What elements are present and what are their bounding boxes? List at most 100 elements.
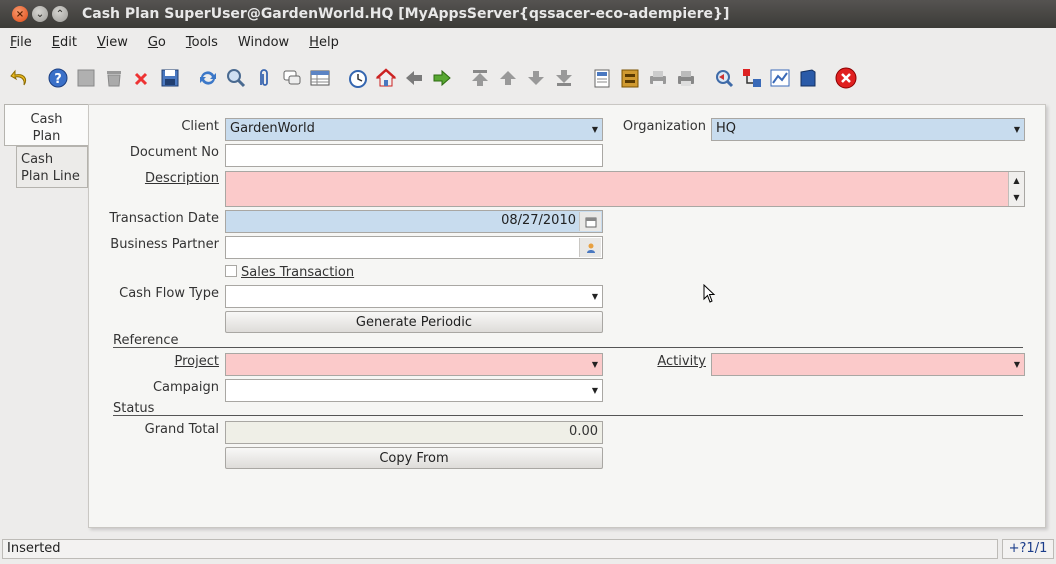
- grand-total-value: 0.00: [569, 424, 598, 439]
- chevron-down-icon: ▼: [1013, 125, 1021, 134]
- tab-list: Cash Plan Cash Plan Line: [4, 104, 88, 188]
- description-field[interactable]: ▲ ▼: [225, 171, 1025, 207]
- client-label: Client: [181, 119, 219, 134]
- toolbar: ?: [0, 60, 1056, 96]
- tab-cash-plan[interactable]: Cash Plan: [4, 104, 88, 146]
- description-scrollbar[interactable]: ▲ ▼: [1008, 172, 1024, 206]
- reference-divider: [113, 347, 1023, 348]
- menu-window-label: Window: [237, 34, 290, 50]
- home-icon[interactable]: [374, 66, 398, 90]
- menu-tools-label: ools: [191, 34, 218, 50]
- grid-toggle-icon[interactable]: [308, 66, 332, 90]
- activity-combo[interactable]: ▼: [711, 353, 1025, 376]
- maximize-window-icon[interactable]: ⌃: [52, 6, 68, 22]
- archive-icon[interactable]: [618, 66, 642, 90]
- menu-file[interactable]: File: [10, 35, 32, 50]
- attachment-icon[interactable]: [252, 66, 276, 90]
- find-icon[interactable]: [224, 66, 248, 90]
- product-info-icon[interactable]: [796, 66, 820, 90]
- window-title: Cash Plan SuperUser@GardenWorld.HQ [MyAp…: [82, 6, 730, 22]
- chevron-down-icon: ▼: [591, 292, 599, 301]
- generate-periodic-label: Generate Periodic: [355, 314, 473, 330]
- menu-view[interactable]: View: [97, 35, 128, 50]
- undo-icon[interactable]: [8, 66, 32, 90]
- history-icon[interactable]: [346, 66, 370, 90]
- scroll-down-icon[interactable]: ▼: [1009, 189, 1024, 206]
- organization-label: Organization: [622, 119, 706, 134]
- menu-go-mnemonic: G: [147, 34, 158, 50]
- business-partner-field[interactable]: [225, 236, 603, 259]
- active-workflows-icon[interactable]: [740, 66, 764, 90]
- mouse-pointer-icon: [703, 283, 717, 308]
- business-partner-label: Business Partner: [110, 237, 219, 252]
- last-record-icon[interactable]: [552, 66, 576, 90]
- menu-edit[interactable]: Edit: [52, 35, 77, 50]
- menu-tools[interactable]: Tools: [186, 35, 218, 50]
- first-record-icon[interactable]: [468, 66, 492, 90]
- business-partner-search-icon[interactable]: [579, 238, 601, 257]
- menu-help[interactable]: Help: [309, 35, 339, 50]
- minimize-window-icon[interactable]: ⌄: [32, 6, 48, 22]
- delete-icon[interactable]: [102, 66, 126, 90]
- report-icon[interactable]: [590, 66, 614, 90]
- print-icon[interactable]: [674, 66, 698, 90]
- close-window-icon[interactable]: ×: [12, 6, 28, 22]
- save-icon[interactable]: [158, 66, 182, 90]
- campaign-combo[interactable]: ▼: [225, 379, 603, 402]
- tab-cash-plan-line[interactable]: Cash Plan Line: [16, 146, 88, 188]
- chevron-down-icon: ▼: [591, 360, 599, 369]
- chat-icon[interactable]: [280, 66, 304, 90]
- organization-combo[interactable]: HQ ▼: [711, 118, 1025, 141]
- forward-icon[interactable]: [430, 66, 454, 90]
- sales-transaction-checkbox[interactable]: [225, 265, 237, 277]
- chevron-down-icon: ▼: [591, 125, 599, 134]
- cash-flow-type-label: Cash Flow Type: [119, 286, 219, 301]
- document-no-field[interactable]: [225, 144, 603, 167]
- menu-window[interactable]: Window: [238, 35, 289, 50]
- calendar-icon[interactable]: [579, 212, 601, 231]
- transaction-date-value: 08/27/2010: [501, 213, 576, 228]
- menu-edit-mnemonic: E: [51, 34, 60, 50]
- activity-label: Activity: [657, 354, 706, 369]
- chevron-down-icon: ▼: [591, 386, 599, 395]
- record-panel: Client GardenWorld ▼ Organization HQ ▼ D…: [88, 104, 1046, 528]
- scroll-up-icon[interactable]: ▲: [1009, 172, 1024, 189]
- menu-view-mnemonic: V: [96, 34, 106, 50]
- chevron-down-icon: ▼: [1013, 360, 1021, 369]
- refresh-icon[interactable]: [196, 66, 220, 90]
- transaction-date-label: Transaction Date: [109, 211, 219, 226]
- status-divider: [113, 415, 1023, 416]
- generate-periodic-button[interactable]: Generate Periodic: [225, 311, 603, 333]
- status-section-title: Status: [113, 401, 155, 416]
- document-no-label: Document No: [129, 145, 219, 160]
- menu-help-label: elp: [318, 34, 339, 50]
- help-icon[interactable]: ?: [46, 66, 70, 90]
- transaction-date-field[interactable]: 08/27/2010: [225, 210, 603, 233]
- project-combo[interactable]: ▼: [225, 353, 603, 376]
- copy-from-label: Copy From: [379, 450, 449, 466]
- previous-record-icon[interactable]: [496, 66, 520, 90]
- next-record-icon[interactable]: [524, 66, 548, 90]
- menu-help-mnemonic: H: [309, 34, 319, 50]
- record-info[interactable]: +?1/1: [1002, 539, 1054, 559]
- new-record-icon[interactable]: [74, 66, 98, 90]
- print-preview-icon[interactable]: [646, 66, 670, 90]
- campaign-label: Campaign: [152, 380, 219, 395]
- client-combo[interactable]: GardenWorld ▼: [225, 118, 603, 141]
- menu-go[interactable]: Go: [148, 35, 166, 50]
- menu-bar: File Edit View Go Tools Window Help: [0, 28, 1056, 56]
- project-label: Project: [174, 354, 219, 369]
- copy-from-button[interactable]: Copy From: [225, 447, 603, 469]
- workflow-icon[interactable]: [768, 66, 792, 90]
- reference-section-title: Reference: [113, 333, 179, 348]
- exit-icon[interactable]: [834, 66, 858, 90]
- description-label: Description: [144, 171, 219, 186]
- sales-transaction-label: Sales Transaction: [241, 265, 355, 280]
- delete-selection-icon[interactable]: [130, 66, 154, 90]
- grand-total-field: 0.00: [225, 421, 603, 444]
- cash-flow-type-combo[interactable]: ▼: [225, 285, 603, 308]
- zoom-across-icon[interactable]: [712, 66, 736, 90]
- status-bar: Inserted +?1/1: [0, 538, 1056, 564]
- window-titlebar: × ⌄ ⌃ Cash Plan SuperUser@GardenWorld.HQ…: [0, 0, 1056, 28]
- back-icon[interactable]: [402, 66, 426, 90]
